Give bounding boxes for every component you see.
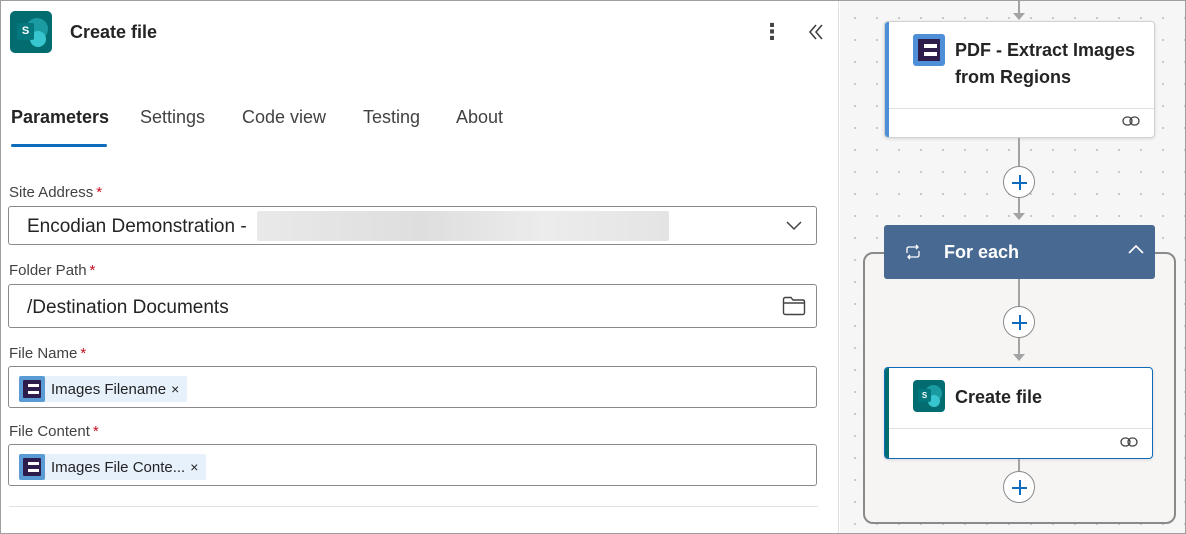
dynamic-content-token[interactable]: Images Filename × [19,376,188,402]
sharepoint-icon: S [913,380,945,412]
tab-parameters[interactable]: Parameters [11,107,109,128]
properties-panel: S Create file ⋮ Parameters Settings Code… [1,1,839,533]
card-footer-divider [889,108,1154,109]
for-each-title: For each [944,242,1020,262]
tab-testing[interactable]: Testing [363,107,420,128]
dynamic-content-token[interactable]: Images File Conte... × [19,454,207,480]
site-address-label: Site Address * [9,184,103,201]
remove-token-icon[interactable]: × [171,381,179,397]
folder-icon[interactable] [782,296,806,316]
sharepoint-icon: S [10,11,52,53]
action-card-pdf-extract[interactable]: PDF - Extract Images from Regions [884,21,1155,138]
action-card-create-file[interactable]: S Create file [884,367,1153,459]
loop-icon [906,244,920,260]
folder-path-input[interactable]: /Destination Documents [8,284,817,328]
encodian-icon [19,376,45,402]
file-name-input[interactable]: Images Filename × [8,366,817,408]
add-action-button[interactable] [1003,306,1035,338]
connector-arrow [1013,354,1025,361]
remove-token-icon[interactable]: × [190,459,198,475]
card-accent-stripe [885,22,889,137]
site-address-value: Encodian Demonstration - [27,216,247,237]
window: S Create file ⋮ Parameters Settings Code… [0,0,1186,534]
tab-code-view[interactable]: Code view [242,107,326,128]
panel-header: S Create file ⋮ [1,1,839,65]
link-icon[interactable] [1120,436,1138,448]
tab-settings[interactable]: Settings [140,107,205,128]
active-tab-indicator [11,144,107,147]
add-action-button[interactable] [1003,471,1035,503]
chevron-down-icon[interactable] [784,215,804,235]
chevron-up-icon[interactable] [1125,239,1147,261]
file-content-input[interactable]: Images File Conte... × [8,444,817,486]
connector-arrow [1013,13,1025,20]
card-accent-stripe [885,368,889,458]
panel-title: Create file [70,22,158,42]
for-each-header[interactable]: For each [884,225,1155,279]
connector-line [1018,138,1020,166]
add-action-button[interactable] [1003,166,1035,198]
encodian-icon [19,454,45,480]
collapse-panel-icon[interactable] [801,19,831,47]
connector-arrow [1013,213,1025,220]
card-title: Create file [955,387,1043,407]
divider [9,506,818,507]
encodian-icon [913,34,945,66]
tab-about[interactable]: About [456,107,503,128]
file-content-label: File Content * [9,423,99,440]
site-address-dropdown[interactable]: Encodian Demonstration - [8,206,817,245]
folder-path-label: Folder Path * [9,262,96,279]
folder-path-value: /Destination Documents [27,297,229,318]
more-options-icon[interactable]: ⋮ [761,21,783,47]
card-title: PDF - Extract Images from Regions [955,40,1136,87]
card-footer-divider [889,428,1152,429]
link-icon[interactable] [1122,115,1140,127]
connector-line [1018,279,1020,307]
tab-bar: Parameters Settings Code view Testing Ab… [1,97,839,149]
file-name-label: File Name * [9,345,87,362]
redacted-region [257,211,669,241]
